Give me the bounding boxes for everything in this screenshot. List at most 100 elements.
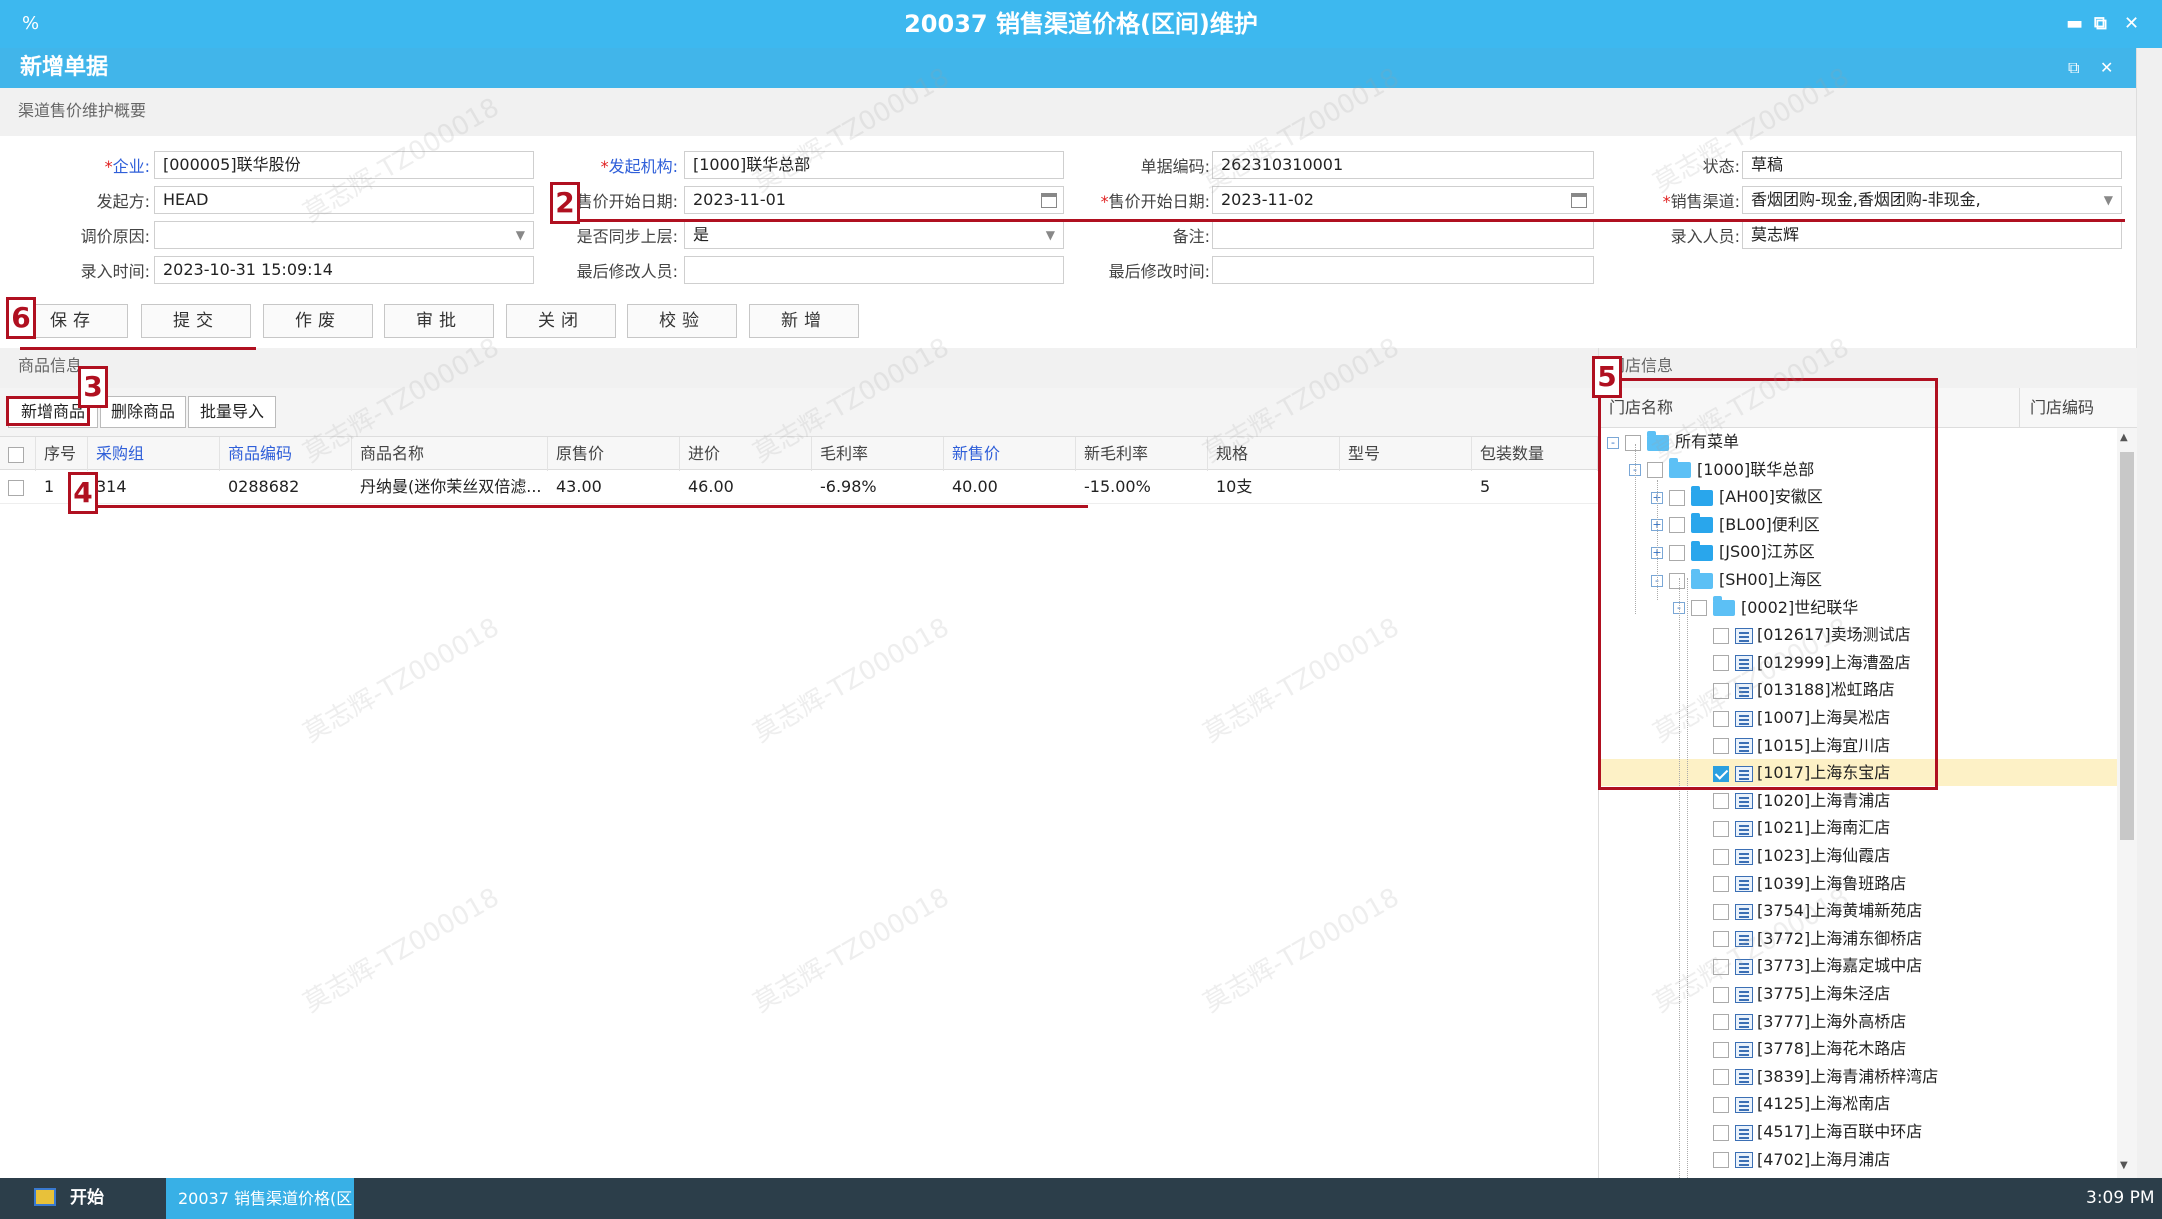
add-new-button[interactable]: 新增 [749,304,859,338]
sales-channel-select[interactable]: 香烟团购-现金,香烟团购-非现金, ▼ [1742,186,2122,214]
entry-user-field[interactable]: 莫志辉 [1742,221,2122,249]
restore-icon[interactable]: ⧉ [2094,0,2107,48]
tree-checkbox[interactable] [1713,848,1729,865]
cell-new-price[interactable]: 40.00 [944,470,1076,504]
tree-node[interactable]: [3773]上海嘉定城中店 [1599,952,2119,979]
chevron-down-icon[interactable]: ▼ [2104,187,2113,213]
store-icon [1735,820,1753,837]
annotation-marker-2: 2 [550,182,580,224]
tree-node-label: [4517]上海百联中环店 [1757,1122,1923,1141]
last-modified-time-field[interactable] [1212,256,1594,284]
close-button[interactable]: 关闭 [506,304,616,338]
col-margin: 毛利率 [812,437,944,471]
tree-checkbox[interactable] [1713,1014,1729,1031]
table-row[interactable]: 1 314 0288682 丹纳曼(迷你茉丝双倍滤... 43.00 46.00… [0,470,1598,504]
store-icon [1735,931,1753,948]
tree-node[interactable]: [1021]上海南汇店 [1599,814,2119,841]
tree-node[interactable]: [3754]上海黄埔新苑店 [1599,897,2119,924]
tree-node[interactable]: [3778]上海花木路店 [1599,1035,2119,1062]
tree-scrollbar[interactable]: ▲ ▼ [2117,428,2137,1178]
sale-start-date2-field[interactable]: 2023-11-02 [1212,186,1594,214]
chevron-down-icon[interactable]: ▼ [1046,222,1055,248]
batch-import-button[interactable]: 批量导入 [188,396,276,428]
tree-checkbox[interactable] [1713,903,1729,920]
tree-checkbox[interactable] [1713,793,1729,810]
sync-label: 是否同步上层: [576,227,678,246]
tree-checkbox[interactable] [1713,986,1729,1003]
scroll-up-icon[interactable]: ▲ [2120,432,2128,443]
watermark-text: 莫志辉-TZ000018 [1198,882,1405,1019]
app-icon: % [22,13,40,34]
scroll-down-icon[interactable]: ▼ [2120,1160,2128,1171]
annotation-marker-3: 3 [78,366,108,408]
doc-code-field[interactable]: 262310310001 [1212,151,1594,179]
approve-button[interactable]: 审批 [384,304,494,338]
doc-code-label: 单据编码: [1140,157,1210,176]
store-icon [1735,958,1753,975]
col-new-price[interactable]: 新售价 [944,437,1076,471]
annotation-box [1598,378,1938,790]
tree-node[interactable]: [4125]上海凇南店 [1599,1090,2119,1117]
tree-node[interactable]: [1039]上海鲁班路店 [1599,870,2119,897]
submit-button[interactable]: 提交 [141,304,251,338]
reason-select[interactable]: ▼ [154,221,534,249]
calendar-icon[interactable] [1571,193,1587,208]
watermark-text: 莫志辉-TZ000018 [298,612,505,749]
col-purchase-group[interactable]: 采购组 [88,437,220,471]
tree-node-label: [3775]上海朱泾店 [1757,984,1891,1003]
tree-checkbox[interactable] [1713,1096,1729,1113]
delete-goods-button[interactable]: 删除商品 [100,396,186,428]
dialog-title-bar: 新增单据 ⧉ ✕ [0,48,2136,88]
dialog-restore-icon[interactable]: ⧉ [2068,48,2079,88]
cell-new-margin: -15.00% [1084,477,1151,496]
tree-node[interactable]: [4517]上海百联中环店 [1599,1118,2119,1145]
tree-checkbox[interactable] [1713,1041,1729,1058]
entry-time-field[interactable]: 2023-10-31 15:09:14 [154,256,534,284]
taskbar-app-button[interactable]: 20037 销售渠道价格(区 [166,1178,354,1219]
start-icon[interactable] [34,1188,56,1206]
initiator-field[interactable]: HEAD [154,186,534,214]
tree-node[interactable]: [3839]上海青浦桥梓湾店 [1599,1063,2119,1090]
enterprise-field[interactable]: [000005]联华股份 [154,151,534,179]
scroll-thumb[interactable] [2120,452,2134,840]
outer-scrollbar[interactable] [2136,48,2162,1178]
cell-goods-code: 0288682 [228,477,300,496]
tree-node[interactable]: [3772]上海浦东御桥店 [1599,925,2119,952]
tree-checkbox[interactable] [1713,1152,1729,1169]
tree-node[interactable]: [1020]上海青浦店 [1599,787,2119,814]
validate-button[interactable]: 校验 [627,304,737,338]
last-modifier-field[interactable] [684,256,1064,284]
tree-checkbox[interactable] [1713,1069,1729,1086]
remark-field[interactable] [1212,221,1594,249]
tree-checkbox[interactable] [1713,958,1729,975]
sync-select[interactable]: 是 ▼ [684,221,1064,249]
tree-node[interactable]: [3775]上海朱泾店 [1599,980,2119,1007]
tree-node-label: [1039]上海鲁班路店 [1757,873,1907,893]
window-title-bar: % 20037 销售渠道价格(区间)维护 ▬ ⧉ ✕ [0,0,2162,48]
chevron-down-icon[interactable]: ▼ [516,222,525,248]
col-new-margin: 新毛利率 [1076,437,1208,471]
status-field[interactable]: 草稿 [1742,151,2122,179]
close-icon[interactable]: ✕ [2124,0,2139,48]
tree-checkbox[interactable] [1713,931,1729,948]
minimize-icon[interactable]: ▬ [2066,0,2083,48]
row-checkbox[interactable] [0,470,36,504]
select-all-checkbox[interactable] [0,437,36,471]
tree-checkbox[interactable] [1713,820,1729,837]
store-icon [1735,903,1753,920]
void-button[interactable]: 作废 [263,304,373,338]
tree-checkbox[interactable] [1713,1124,1729,1141]
col-spec: 规格 [1208,437,1340,471]
cell-margin: -6.98% [820,477,877,496]
dialog-close-icon[interactable]: ✕ [2100,48,2113,88]
col-goods-code[interactable]: 商品编码 [220,437,352,471]
start-button[interactable]: 开始 [70,1178,104,1219]
tree-node[interactable]: [4702]上海月浦店 [1599,1146,2119,1173]
summary-section-title: 渠道售价维护概要 [18,101,147,120]
tree-node[interactable]: [1023]上海仙霞店 [1599,842,2119,869]
tree-node[interactable]: [3777]上海外高桥店 [1599,1008,2119,1035]
initiator-org-field[interactable]: [1000]联华总部 [684,151,1064,179]
sale-start-date1-field[interactable]: 2023-11-01 [684,186,1064,214]
tree-checkbox[interactable] [1713,876,1729,893]
calendar-icon[interactable] [1041,193,1057,208]
